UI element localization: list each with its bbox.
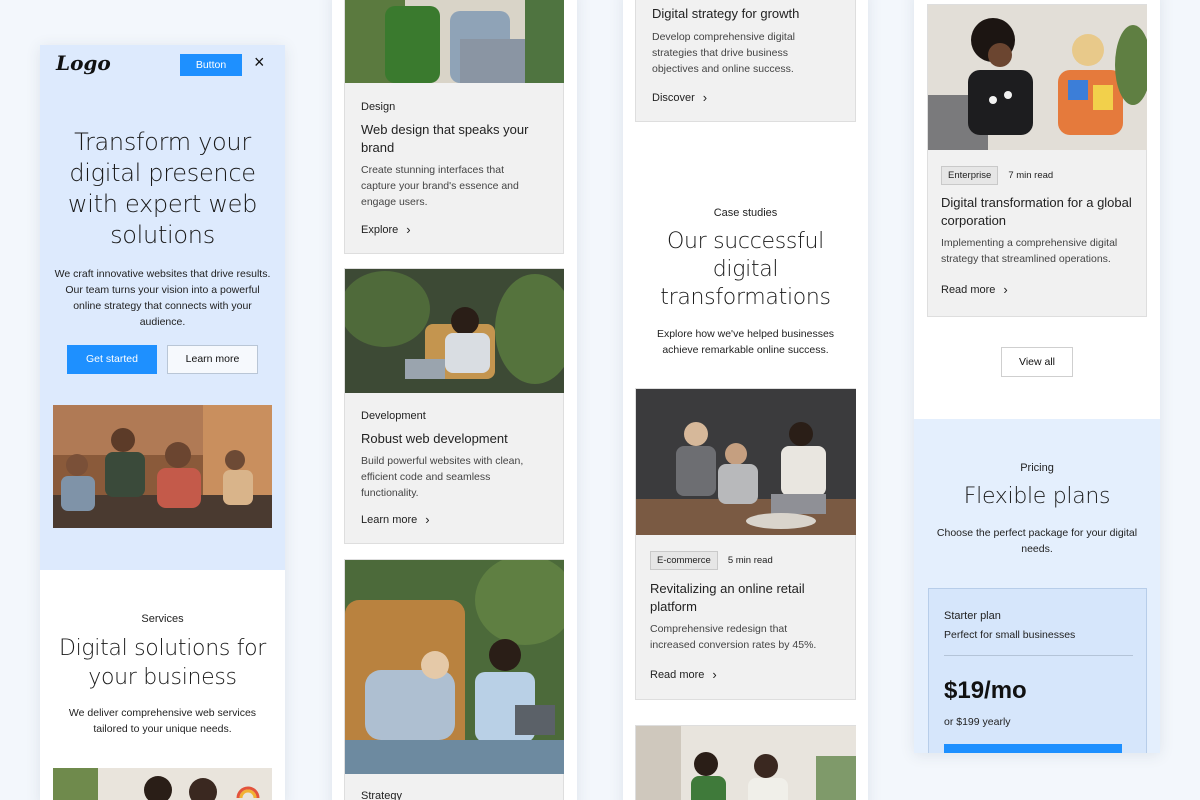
- services-eyebrow: Services: [141, 613, 184, 625]
- screen-home-mobile: Logo Button × Transform your digital pre…: [40, 45, 285, 800]
- services-description: We deliver comprehensive web services ta…: [68, 707, 257, 735]
- read-more-link-label: Read more: [941, 283, 996, 296]
- read-more-link-label: Read more: [650, 668, 705, 681]
- strategy-card-description: Develop comprehensive digital strategies…: [652, 31, 795, 75]
- design-photo: [345, 0, 564, 83]
- chevron-right-icon: ›: [1003, 282, 1008, 297]
- pricing-description: Choose the perfect package for your digi…: [936, 527, 1138, 555]
- plan-divider: [944, 655, 1133, 656]
- close-icon[interactable]: ×: [254, 52, 265, 73]
- learn-more-link-label: Learn more: [361, 513, 418, 526]
- case-card-ecommerce: E-commerce 5 min read Revitalizing an on…: [635, 388, 856, 700]
- discover-link-label: Discover: [652, 91, 695, 104]
- case-card-next: [635, 725, 856, 800]
- starter-plan-card: Starter plan Perfect for small businesse…: [928, 588, 1147, 753]
- development-photo: [345, 269, 564, 393]
- screen-pricing-mobile: Enterprise 7 min read Digital transforma…: [914, 0, 1160, 753]
- case-card-enterprise: Enterprise 7 min read Digital transforma…: [927, 4, 1147, 317]
- ecommerce-title: Revitalizing an online retail platform: [650, 581, 805, 614]
- services-photo: [53, 768, 272, 800]
- enterprise-title: Digital transformation for a global corp…: [941, 195, 1132, 228]
- read-time: 7 min read: [1008, 170, 1054, 181]
- design-eyebrow: Design: [361, 101, 396, 113]
- chevron-right-icon: ›: [425, 512, 430, 527]
- plan-name: Starter plan: [944, 610, 1001, 622]
- strategy-card-title: Digital strategy for growth: [652, 6, 800, 21]
- enterprise-description: Implementing a comprehensive digital str…: [941, 237, 1118, 265]
- discover-link[interactable]: Discover ›: [652, 91, 707, 104]
- plan-price: $19/mo: [944, 677, 1027, 704]
- read-time: 5 min read: [727, 555, 773, 566]
- explore-link-label: Explore: [361, 223, 399, 236]
- strategy-eyebrow: Strategy: [361, 790, 402, 800]
- learn-more-link[interactable]: Learn more ›: [361, 513, 430, 526]
- get-started-button[interactable]: Get started: [67, 345, 157, 374]
- strategy-card: Digital strategy for growth Develop comp…: [635, 0, 856, 122]
- case-studies-title: Our successful digital transformations: [660, 229, 831, 310]
- service-card-strategy: Strategy: [344, 559, 564, 800]
- ecommerce-description: Comprehensive redesign that increased co…: [650, 623, 817, 651]
- hero-title: Transform your digital presence with exp…: [67, 128, 258, 249]
- case-studies-description: Explore how we've helped businesses achi…: [656, 328, 835, 356]
- ecommerce-meta: E-commerce 5 min read: [650, 551, 773, 570]
- services-title: Digital solutions for your business: [58, 636, 267, 690]
- enterprise-meta: Enterprise 7 min read: [941, 166, 1053, 185]
- plan-cta-button[interactable]: [944, 744, 1122, 753]
- header-button[interactable]: Button: [180, 54, 242, 76]
- read-more-link[interactable]: Read more ›: [941, 283, 1008, 296]
- explore-link[interactable]: Explore ›: [361, 223, 411, 236]
- next-case-photo: [636, 726, 856, 800]
- hero-team-photo: [53, 405, 272, 528]
- screen-case-studies-mobile: Digital strategy for growth Develop comp…: [623, 0, 868, 800]
- logo[interactable]: Logo: [56, 51, 111, 75]
- strategy-photo: [345, 560, 564, 774]
- design-description: Create stunning interfaces that capture …: [361, 164, 519, 208]
- view-all-button[interactable]: View all: [1001, 347, 1073, 377]
- chevron-right-icon: ›: [712, 667, 717, 682]
- development-eyebrow: Development: [361, 410, 426, 422]
- read-more-link[interactable]: Read more ›: [650, 668, 717, 681]
- pricing-eyebrow: Pricing: [1020, 462, 1054, 474]
- plan-yearly-price: or $199 yearly: [944, 716, 1011, 728]
- hero-description: We craft innovative websites that drive …: [54, 268, 271, 328]
- development-title: Robust web development: [361, 431, 508, 446]
- category-tag: Enterprise: [941, 166, 999, 185]
- pricing-title: Flexible plans: [963, 484, 1111, 509]
- case-studies-eyebrow: Case studies: [713, 207, 778, 219]
- plan-subtitle: Perfect for small businesses: [944, 629, 1076, 641]
- service-card-development: Development Robust web development Build…: [344, 268, 564, 544]
- chevron-right-icon: ›: [406, 222, 411, 237]
- design-title: Web design that speaks your brand: [361, 122, 529, 155]
- screen-services-mobile: Design Web design that speaks your brand…: [332, 0, 577, 800]
- service-card-design: Design Web design that speaks your brand…: [344, 0, 564, 254]
- enterprise-photo: [928, 5, 1147, 150]
- development-description: Build powerful websites with clean, effi…: [361, 455, 524, 499]
- category-tag: E-commerce: [650, 551, 718, 570]
- chevron-right-icon: ›: [702, 90, 708, 105]
- ecommerce-photo: [636, 389, 856, 535]
- learn-more-button[interactable]: Learn more: [167, 345, 258, 374]
